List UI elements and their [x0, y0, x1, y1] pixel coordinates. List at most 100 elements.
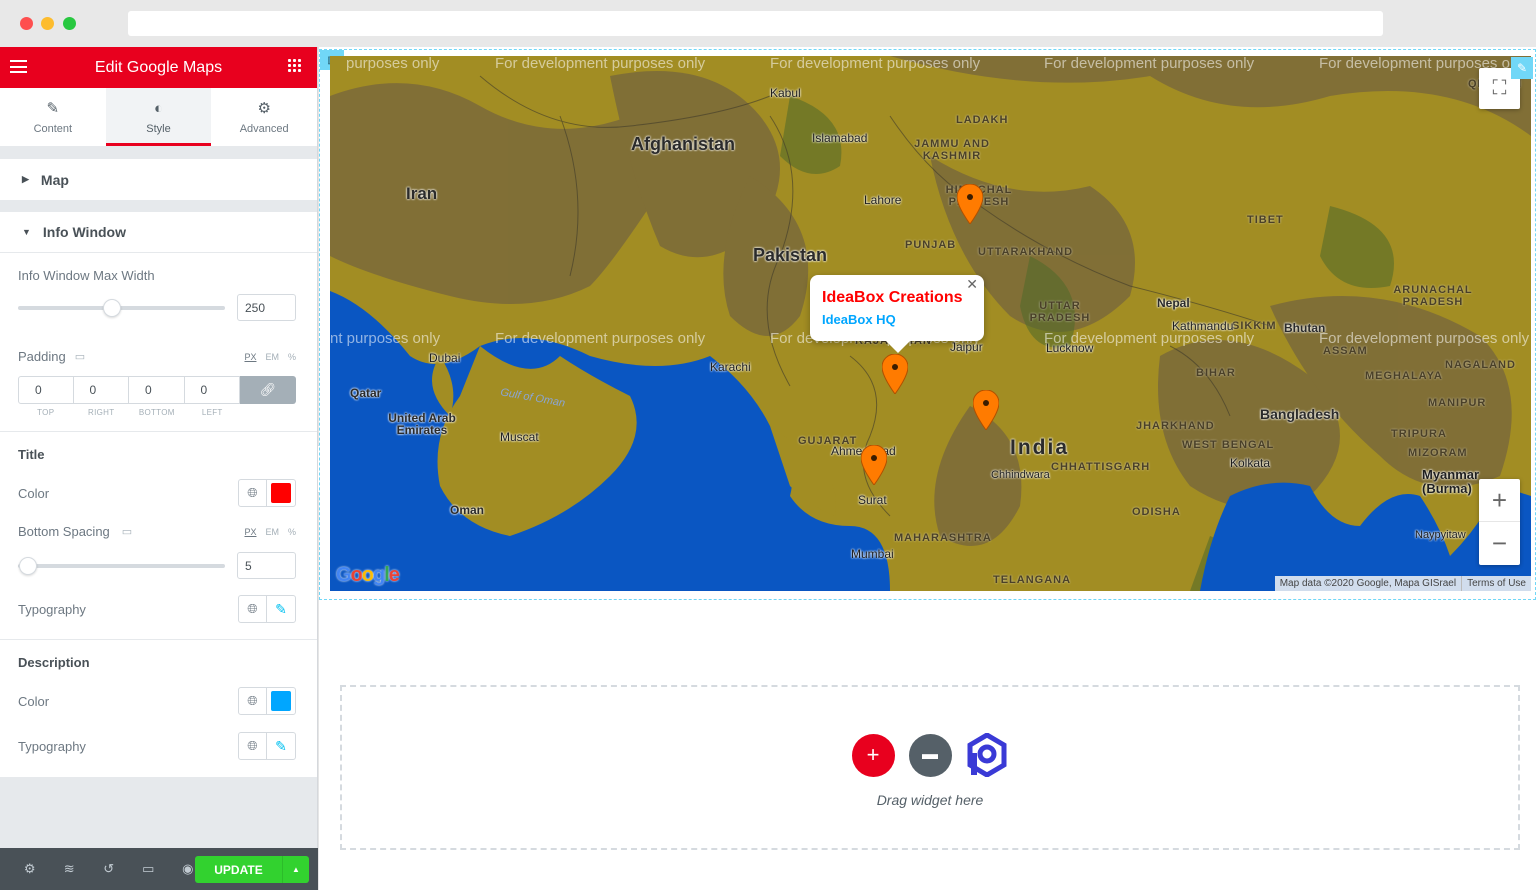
padding-right-input[interactable]: 0: [73, 376, 129, 404]
caret-right-icon: ▶: [22, 174, 29, 184]
map-marker-3[interactable]: [973, 390, 999, 430]
padding-top-input[interactable]: 0: [18, 376, 74, 404]
country-label: United Arab Emirates: [388, 411, 456, 437]
powerpack-logo-button[interactable]: [966, 733, 1009, 777]
country-label: Afghanistan: [631, 134, 736, 154]
padding-left-input[interactable]: 0: [184, 376, 240, 404]
close-window-button[interactable]: [20, 17, 33, 30]
region-label: MANIPUR: [1428, 397, 1487, 409]
unit-percent[interactable]: %: [288, 352, 296, 362]
bottom-spacing-units: PX EM %: [244, 527, 296, 537]
bottom-spacing-slider-handle[interactable]: [19, 556, 37, 575]
tab-style[interactable]: ◐ Style: [105, 88, 212, 146]
map-widget[interactable]: ▥: [319, 49, 1536, 600]
max-width-slider-handle[interactable]: [103, 298, 121, 317]
zoom-out-button[interactable]: −: [1479, 522, 1520, 565]
edit-typography-button[interactable]: ✎: [267, 733, 295, 759]
watermark-text: nt purposes only: [330, 330, 441, 347]
caret-down-icon: ▼: [22, 227, 31, 237]
maximize-window-button[interactable]: [63, 17, 76, 30]
plus-icon: +: [1491, 484, 1508, 515]
unit-percent[interactable]: %: [288, 527, 296, 537]
pencil-icon: ✎: [46, 100, 60, 117]
plus-icon: +: [866, 742, 880, 767]
map-attribution: Map data ©2020 Google, Mapa GISrael Term…: [1274, 576, 1531, 591]
zoom-in-button[interactable]: +: [1479, 479, 1520, 522]
title-color-control: 🌐︎: [238, 479, 296, 507]
map-marker-2[interactable]: [882, 354, 908, 394]
watermark-text: For development purposes only: [770, 56, 981, 72]
google-map[interactable]: purposes only For development purposes o…: [330, 56, 1531, 591]
country-label: Pakistan: [753, 245, 828, 265]
gear-icon: ⚙: [257, 100, 271, 117]
section-info-window-toggle[interactable]: ▼ Info Window: [0, 212, 317, 253]
globe-icon[interactable]: 🌐︎: [239, 596, 267, 622]
globe-icon[interactable]: 🌐︎: [239, 480, 267, 506]
panel-header: Edit Google Maps: [0, 47, 317, 88]
city-label: Dubai: [429, 351, 461, 365]
tab-content[interactable]: ✎ Content: [0, 88, 106, 146]
region-label: TIBET: [1247, 214, 1284, 226]
settings-icon[interactable]: ⚙: [10, 861, 50, 877]
bottom-spacing-slider[interactable]: [18, 556, 225, 575]
unit-px[interactable]: PX: [244, 352, 256, 362]
add-section-button[interactable]: +: [851, 733, 895, 777]
city-label: Karachi: [710, 360, 751, 374]
description-style-controls: Description Color 🌐︎ Typography 🌐︎ ✎: [0, 640, 317, 777]
region-label: JAMMU AND KASHMIR: [914, 138, 990, 162]
map-marker-1[interactable]: [957, 184, 983, 224]
edit-widget-pencil-icon[interactable]: ✎: [1511, 57, 1533, 79]
unit-px[interactable]: PX: [244, 527, 256, 537]
padding-bottom-input[interactable]: 0: [129, 376, 185, 404]
close-icon[interactable]: ✕: [966, 276, 978, 293]
section-info-window-label: Info Window: [42, 224, 126, 240]
info-window-controls: Info Window Max Width 250 Padding ▭ PX E…: [0, 253, 317, 431]
terms-of-use-link[interactable]: Terms of Use: [1462, 578, 1531, 589]
region-label: WEST BENGAL: [1182, 439, 1275, 451]
panel-footer: ⚙ ≋ ↺ ▭ ◉ UPDATE ▲: [0, 848, 318, 890]
max-width-input[interactable]: 250: [237, 294, 296, 321]
section-map-toggle[interactable]: ▶ Map: [0, 159, 317, 200]
minimize-window-button[interactable]: [41, 17, 54, 30]
update-button[interactable]: UPDATE: [195, 856, 282, 883]
city-label: Muscat: [500, 430, 539, 444]
title-color-swatch[interactable]: [271, 483, 291, 503]
responsive-mode-icon[interactable]: ▭: [129, 861, 169, 877]
region-label: BIHAR: [1196, 367, 1236, 379]
layers-icon[interactable]: ≋: [50, 861, 90, 877]
bottom-spacing-input[interactable]: 5: [237, 552, 296, 579]
update-options-button[interactable]: ▲: [282, 856, 309, 883]
globe-icon[interactable]: 🌐︎: [239, 733, 267, 759]
country-label: Bangladesh: [1260, 406, 1340, 422]
history-icon[interactable]: ↺: [89, 861, 129, 877]
desktop-icon[interactable]: ▭: [75, 350, 85, 363]
tab-advanced[interactable]: ⚙ Advanced: [211, 88, 317, 146]
link-values-button[interactable]: 🔗︎: [240, 376, 296, 404]
panel-tabs: ✎ Content ◐ Style ⚙ Advanced: [0, 88, 317, 147]
globe-icon[interactable]: 🌐︎: [239, 688, 267, 714]
padding-left-caption: LEFT: [201, 408, 223, 417]
region-label: MAHARASHTRA: [894, 532, 992, 544]
description-color-swatch[interactable]: [271, 691, 291, 711]
tab-advanced-label: Advanced: [239, 123, 289, 135]
watermark-text: purposes only: [346, 56, 440, 72]
unit-em[interactable]: EM: [265, 352, 279, 362]
city-label: Kolkata: [1230, 456, 1271, 470]
max-width-slider[interactable]: [18, 298, 225, 317]
description-heading: Description: [18, 655, 90, 670]
drop-zone[interactable]: + ▬ Drag widget here: [340, 685, 1520, 850]
unit-em[interactable]: EM: [265, 527, 279, 537]
title-color-label: Color: [18, 485, 50, 501]
map-marker-4[interactable]: [861, 445, 887, 485]
padding-bottom-caption: BOTTOM: [138, 408, 175, 417]
panel-title: Edit Google Maps: [94, 58, 223, 76]
hamburger-menu-icon[interactable]: [10, 60, 27, 73]
address-bar[interactable]: [128, 11, 1383, 36]
add-template-button[interactable]: ▬: [908, 733, 952, 777]
widgets-grid-icon[interactable]: [288, 59, 302, 73]
info-window-popup: IdeaBox Creations IdeaBox HQ ✕: [810, 275, 984, 353]
edit-typography-button[interactable]: ✎: [267, 596, 295, 622]
desktop-icon[interactable]: ▭: [122, 525, 132, 538]
city-label: Lucknow: [1046, 341, 1094, 355]
caret-up-icon: ▲: [292, 865, 300, 874]
